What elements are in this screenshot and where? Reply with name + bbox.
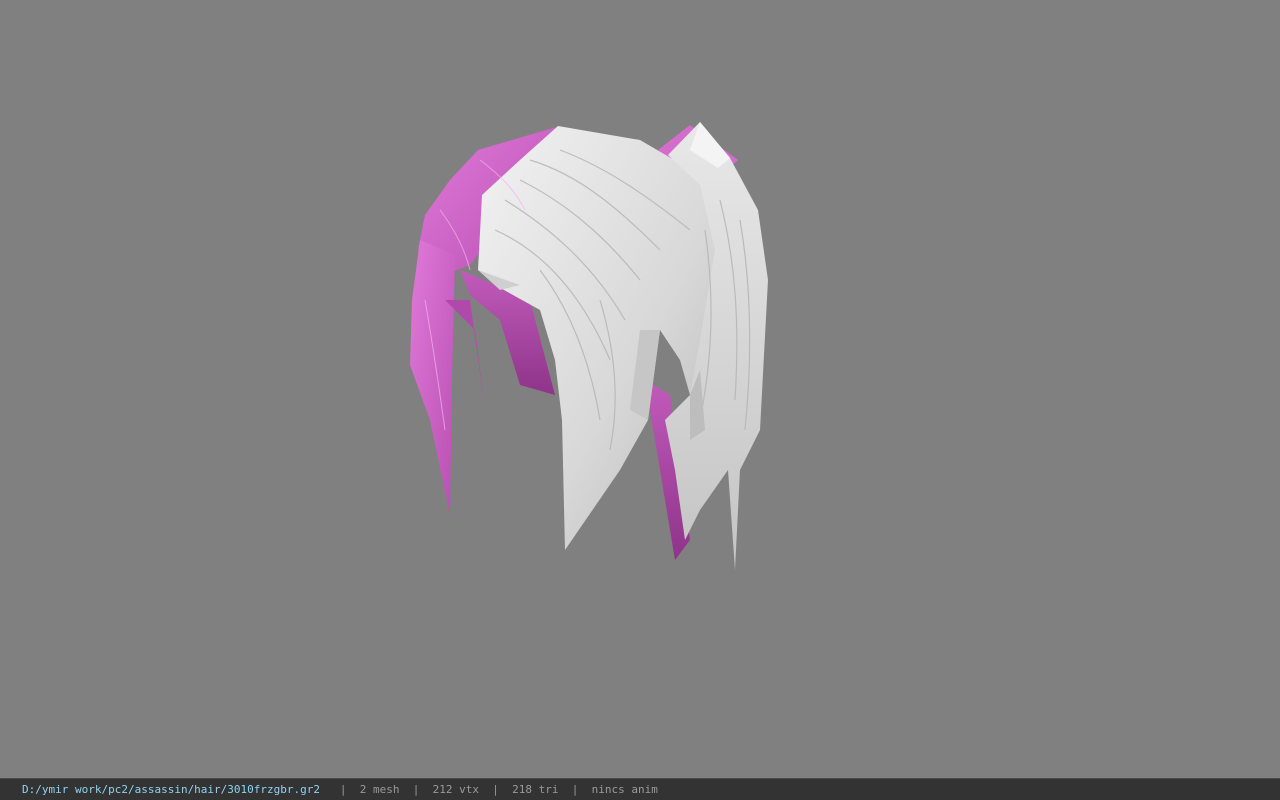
animation-status: nincs anim (591, 783, 658, 796)
separator: | (412, 783, 420, 796)
mesh-count: 2 mesh (359, 783, 400, 796)
separator: | (571, 783, 579, 796)
separator: | (492, 783, 499, 796)
hair-model (410, 122, 768, 570)
status-bar: D:/ymir work/pc2/assassin/hair/3010frzgb… (0, 778, 1280, 800)
3d-viewport[interactable] (0, 0, 1280, 778)
separator: | (339, 783, 347, 796)
vertex-count: 212 vtx (432, 783, 479, 796)
file-path: D:/ymir work/pc2/assassin/hair/3010frzgb… (22, 783, 321, 796)
hair-left-strand (410, 240, 455, 515)
triangle-count: 218 tri (512, 783, 559, 796)
